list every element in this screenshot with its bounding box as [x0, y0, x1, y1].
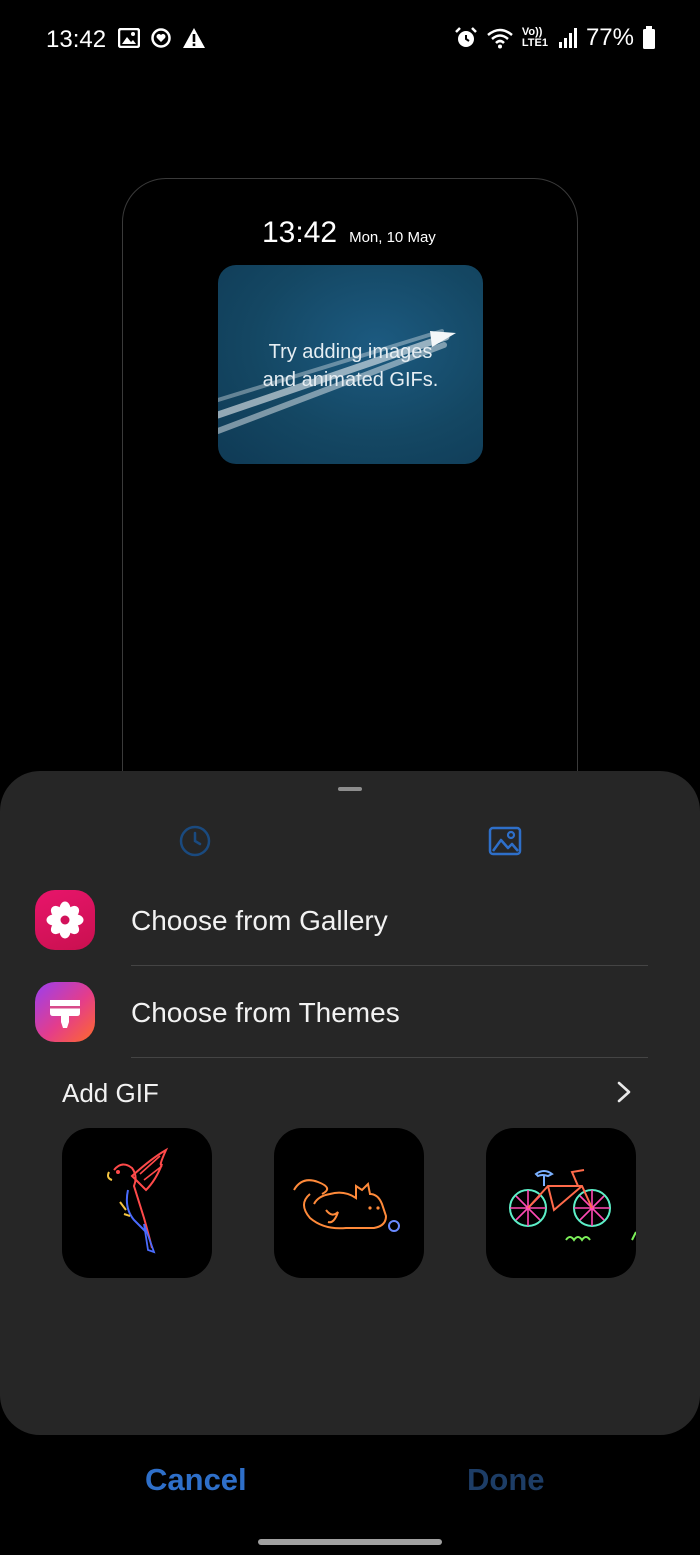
signal-icon — [558, 28, 577, 48]
choose-from-gallery-label: Choose from Gallery — [131, 905, 388, 936]
alarm-icon — [454, 27, 477, 47]
battery-percent: 77% — [585, 24, 634, 51]
cancel-button[interactable]: Cancel — [145, 1462, 247, 1498]
preview-image-card[interactable]: Try adding images and animated GIFs. — [218, 265, 483, 464]
lte-label: LTE1 — [521, 37, 548, 49]
choose-from-gallery-option[interactable]: Choose from Gallery — [0, 874, 700, 966]
choose-from-themes-label: Choose from Themes — [131, 997, 400, 1028]
themes-brush-icon — [35, 982, 95, 1042]
notification-icons — [118, 27, 206, 49]
wifi-icon — [487, 28, 513, 49]
sheet-drag-handle[interactable] — [338, 787, 362, 791]
done-button[interactable]: Done — [467, 1462, 545, 1498]
status-time: 13:42 — [46, 26, 107, 53]
image-tab-icon[interactable] — [487, 823, 523, 859]
gallery-icon — [118, 28, 140, 48]
system-icons: Vo)) LTE1 77% — [454, 24, 656, 52]
sync-icon — [151, 28, 171, 48]
bicycle-gif[interactable] — [486, 1128, 636, 1278]
bicycle-icon — [509, 1169, 636, 1242]
preview-clock: 13:42 Mon, 10 May — [262, 216, 436, 250]
parrot-icon — [107, 1147, 169, 1254]
battery-icon — [643, 26, 655, 49]
gallery-flower-icon — [35, 890, 95, 950]
cat-gif[interactable] — [274, 1128, 424, 1278]
cat-icon — [293, 1179, 400, 1232]
gesture-nav-bar[interactable] — [258, 1539, 442, 1545]
lte-indicator: Vo)) LTE1 — [522, 27, 548, 49]
divider — [131, 1057, 648, 1058]
clock-tab-icon[interactable] — [177, 823, 213, 859]
preview-hint-text: Try adding images and animated GIFs. — [262, 341, 439, 391]
choose-from-themes-option[interactable]: Choose from Themes — [0, 966, 700, 1058]
bottom-sheet: Choose from Gallery Choose from Themes A… — [0, 771, 700, 1435]
preview-date: Mon, 10 May — [349, 229, 436, 246]
preview-time: 13:42 — [262, 216, 338, 249]
parrot-gif[interactable] — [62, 1128, 212, 1278]
status-bar: 13:42 Vo)) LTE1 77% — [0, 0, 700, 80]
add-gif-header[interactable]: Add GIF — [62, 1078, 159, 1109]
warning-icon — [183, 28, 205, 48]
chevron-right-icon[interactable] — [614, 1080, 634, 1104]
